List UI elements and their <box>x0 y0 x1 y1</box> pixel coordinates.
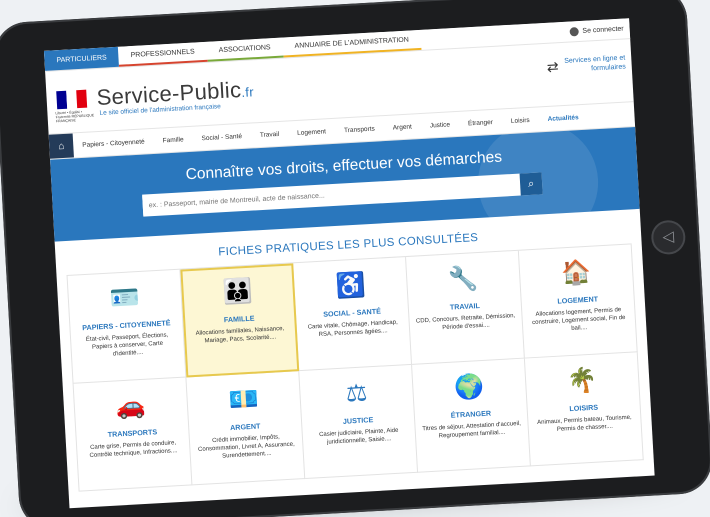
money-icon: 💶 <box>228 385 260 414</box>
card-description: État-civil, Passeport, Élections, Papier… <box>85 332 169 358</box>
nav-actualites[interactable]: Actualités <box>538 113 587 123</box>
id-card-icon: 🪪 <box>109 283 141 313</box>
card-title: Argent <box>229 421 261 433</box>
card-title: Papiers - Citoyenneté <box>82 318 171 333</box>
search-icon[interactable]: ⌕ <box>519 172 543 196</box>
republique-logo-text: Liberté • Égalité • Fraternité RÉPUBLIQU… <box>55 109 95 124</box>
card-description: Allocations familiales, Naissance, Maria… <box>195 325 285 345</box>
nav-social-sante[interactable]: Social - Santé <box>192 132 251 142</box>
card-title: Loisirs <box>569 402 599 414</box>
card-title: Étranger <box>450 408 492 420</box>
globe-icon: 🌍 <box>453 372 486 402</box>
card-description: Allocations logement, Permis de construi… <box>532 307 626 332</box>
house-icon: 🏠 <box>560 258 592 287</box>
tablet: ◁ Particuliers Professionnels Associatio… <box>0 0 710 517</box>
card-description: Crédit immobilier, Impôts, Consommation,… <box>197 434 295 460</box>
french-flag-logo[interactable] <box>56 89 88 110</box>
card-social-sante[interactable]: ♿ Social - Santé Carte vitale, Chômage, … <box>293 257 413 372</box>
user-icon <box>569 26 579 37</box>
fiches-grid: 🪪 Papiers - Citoyenneté État-civil, Pass… <box>66 243 644 492</box>
nav-famille[interactable]: Famille <box>153 135 192 144</box>
nav-logement[interactable]: Logement <box>288 127 335 137</box>
arrows-exchange-icon: ⇄ <box>546 57 560 75</box>
card-travail[interactable]: 🔧 Travail CDD, Concours, Retraite, Démis… <box>406 250 525 365</box>
card-justice[interactable]: ⚖ Justice Casier judiciaire, Plainte, Ai… <box>299 364 419 480</box>
card-title: Transports <box>107 427 158 439</box>
nav-transports[interactable]: Transports <box>335 125 384 135</box>
scales-icon: ⚖ <box>345 378 369 408</box>
site-suffix: .fr <box>240 84 255 100</box>
home-icon[interactable]: ⌂ <box>48 133 74 159</box>
palm-tree-icon: 🌴 <box>566 366 598 395</box>
services-link[interactable]: ⇄ Services en ligne et formulaires <box>546 53 626 75</box>
car-icon: 🚗 <box>115 391 147 420</box>
connect-label: Se connecter <box>582 25 624 35</box>
nav-etranger[interactable]: Étranger <box>459 118 502 127</box>
tools-icon: 🔧 <box>447 264 480 294</box>
card-transports[interactable]: 🚗 Transports Carte grise, Permis de cond… <box>73 377 193 492</box>
connect-link[interactable]: Se connecter <box>569 18 630 41</box>
card-description: Carte grise, Permis de conduire, Contrôl… <box>89 440 178 460</box>
tablet-screen: Particuliers Professionnels Associations… <box>43 18 655 509</box>
card-description: Titres de séjour, Attestation d'accueil,… <box>422 420 522 440</box>
nav-justice[interactable]: Justice <box>421 120 460 129</box>
card-title: Justice <box>342 415 374 426</box>
tab-particuliers[interactable]: Particuliers <box>43 46 120 71</box>
card-title: Travail <box>449 300 481 312</box>
services-label: Services en ligne et formulaires <box>564 54 626 73</box>
card-description: CDD, Concours, Retraite, Démission, Péri… <box>415 313 516 332</box>
card-argent[interactable]: 💶 Argent Crédit immobilier, Impôts, Cons… <box>186 371 306 486</box>
family-icon: 👪 <box>222 277 254 306</box>
card-papiers[interactable]: 🪪 Papiers - Citoyenneté État-civil, Pass… <box>67 269 187 384</box>
nav-travail[interactable]: Travail <box>251 130 289 139</box>
nav-papiers[interactable]: Papiers - Citoyenneté <box>73 137 154 148</box>
card-description: Animaux, Permis bateau, Tourisme, Permis… <box>537 414 632 433</box>
card-logement[interactable]: 🏠 Logement Allocations logement, Permis … <box>518 244 638 359</box>
card-title: Social - Santé <box>322 306 382 319</box>
card-description: Carte vitale, Chômage, Handicap, RSA, Pe… <box>307 319 398 339</box>
card-description: Casier judiciaire, Plainte, Aide juridic… <box>318 427 399 446</box>
card-loisirs[interactable]: 🌴 Loisirs Animaux, Permis bateau, Touris… <box>524 352 644 467</box>
card-title: Famille <box>223 313 255 325</box>
nav-argent[interactable]: Argent <box>384 123 421 132</box>
card-etranger[interactable]: 🌍 Étranger Titres de séjour, Attestation… <box>412 358 531 473</box>
people-wheelchair-icon: ♿ <box>334 270 367 300</box>
card-title: Logement <box>557 294 599 306</box>
nav-loisirs[interactable]: Loisirs <box>502 116 539 125</box>
card-famille[interactable]: 👪 Famille Allocations familiales, Naissa… <box>180 263 300 378</box>
photo-stage: ◁ Particuliers Professionnels Associatio… <box>0 0 710 517</box>
